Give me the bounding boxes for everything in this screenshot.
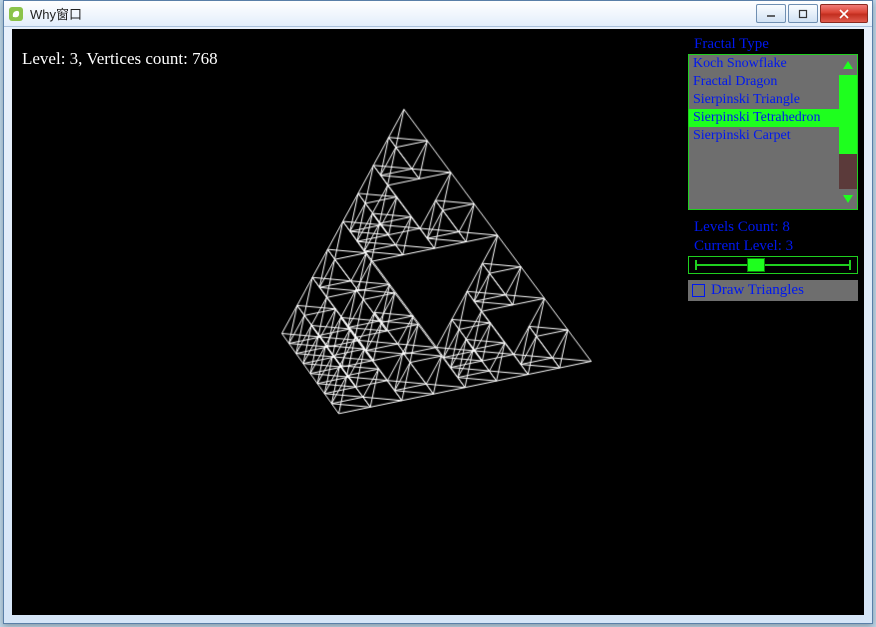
- viewport[interactable]: Level: 3, Vertices count: 768 Fractal Ty…: [12, 29, 864, 615]
- current-level-label: Current Level: 3: [688, 237, 858, 256]
- list-item[interactable]: Koch Snowflake: [689, 55, 839, 73]
- window-title: Why窗口: [30, 4, 756, 23]
- list-scrollbar[interactable]: [839, 55, 857, 209]
- minimize-button[interactable]: [756, 4, 786, 23]
- window-controls: [756, 4, 868, 23]
- list-item[interactable]: Sierpinski Carpet: [689, 127, 839, 145]
- hud-status: Level: 3, Vertices count: 768: [22, 49, 218, 69]
- draw-triangles-label: Draw Triangles: [711, 282, 804, 299]
- app-window: Why窗口 Level: 3, Vertices count: 768 Frac…: [3, 0, 873, 624]
- titlebar[interactable]: Why窗口: [4, 1, 872, 27]
- scroll-track-upper[interactable]: [839, 75, 857, 154]
- scroll-down-button[interactable]: [839, 189, 857, 209]
- fractal-type-label: Fractal Type: [688, 35, 858, 54]
- controls-panel: Fractal Type Koch SnowflakeFractal Drago…: [688, 35, 858, 301]
- draw-triangles-checkbox[interactable]: [692, 284, 705, 297]
- list-item[interactable]: Fractal Dragon: [689, 73, 839, 91]
- list-item[interactable]: Sierpinski Tetrahedron: [689, 109, 839, 127]
- app-icon: [8, 6, 24, 22]
- close-button[interactable]: [820, 4, 868, 23]
- list-item[interactable]: Sierpinski Triangle: [689, 91, 839, 109]
- slider-handle[interactable]: [747, 258, 765, 272]
- level-slider[interactable]: [688, 256, 858, 274]
- scroll-up-button[interactable]: [839, 55, 857, 75]
- scroll-track-lower[interactable]: [839, 154, 857, 189]
- draw-triangles-row[interactable]: Draw Triangles: [688, 280, 858, 301]
- maximize-button[interactable]: [788, 4, 818, 23]
- fractal-type-list[interactable]: Koch SnowflakeFractal DragonSierpinski T…: [688, 54, 858, 210]
- levels-count-label: Levels Count: 8: [688, 218, 858, 237]
